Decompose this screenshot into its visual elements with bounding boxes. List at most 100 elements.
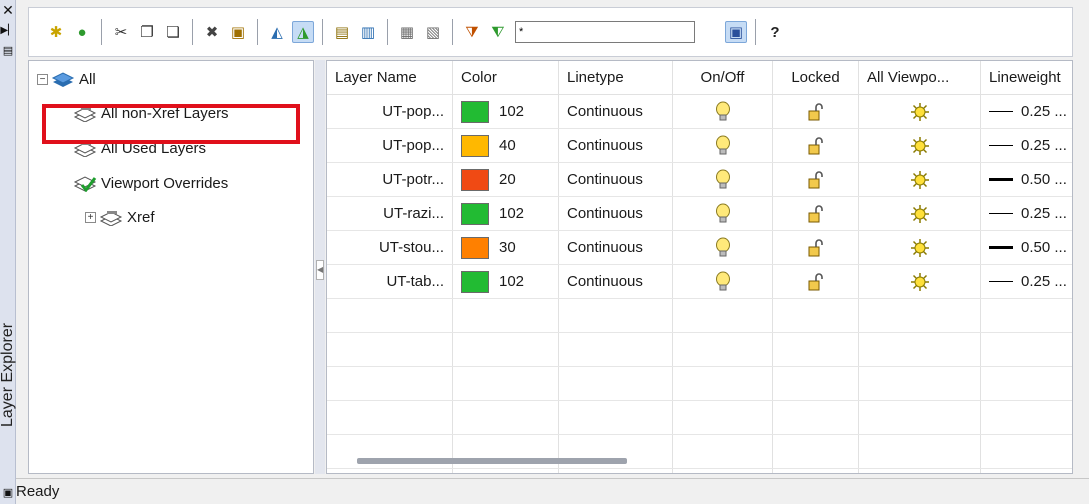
panel-settings-icon[interactable]: ▣ (1, 484, 15, 500)
column-header[interactable]: Lineweight (981, 61, 1072, 94)
unlocked-icon[interactable] (807, 238, 825, 258)
sun-icon[interactable] (910, 272, 930, 292)
sun-icon[interactable] (910, 238, 930, 258)
close-icon[interactable]: ✕ (1, 2, 15, 18)
tree-item-viewport-overrides[interactable]: Viewport Overrides (73, 170, 228, 196)
new-vp-freeze-icon[interactable]: ◮ (292, 21, 314, 43)
unlocked-icon[interactable] (807, 136, 825, 156)
lineweight-sample (989, 281, 1013, 282)
delete-icon[interactable]: ✖ (201, 21, 223, 43)
table-row[interactable]: UT-tab... 102 Continuous 0.25 ... (327, 265, 1072, 299)
new-property-filter-icon[interactable]: ▤ (331, 21, 353, 43)
new-group-filter-icon[interactable]: ▥ (357, 21, 379, 43)
lineweight-sample (989, 178, 1013, 181)
color-cell[interactable]: 30 (453, 231, 559, 264)
color-cell[interactable]: 20 (453, 163, 559, 196)
tree-root-all[interactable]: − All (37, 66, 96, 92)
color-cell[interactable]: 102 (453, 265, 559, 298)
layer-name-cell[interactable]: UT-pop... (327, 129, 453, 162)
toolbar-separator (755, 19, 756, 45)
filter-icon[interactable]: ⧩ (461, 21, 483, 43)
help-icon[interactable]: ? (764, 21, 786, 43)
panel-menu-icon[interactable]: ▤ (1, 42, 15, 58)
sun-icon[interactable] (910, 204, 930, 224)
empty-cell (981, 435, 1072, 468)
lineweight-cell[interactable]: 0.50 ... (981, 163, 1072, 196)
linetype-cell[interactable]: Continuous (559, 163, 673, 196)
toolbar-separator (452, 19, 453, 45)
column-header[interactable]: Color (453, 61, 559, 94)
locked-cell (773, 265, 859, 298)
filter-input[interactable] (515, 21, 695, 43)
color-cell[interactable]: 102 (453, 197, 559, 230)
column-header[interactable]: All Viewpo... (859, 61, 981, 94)
linetype-cell[interactable]: Continuous (559, 231, 673, 264)
lineweight-cell[interactable]: 0.25 ... (981, 265, 1072, 298)
linetype-cell[interactable]: Continuous (559, 129, 673, 162)
empty-cell (673, 299, 773, 332)
table-row[interactable]: UT-stou... 30 Continuous 0.50 ... (327, 231, 1072, 265)
lineweight-cell[interactable]: 0.25 ... (981, 95, 1072, 128)
cut-icon[interactable]: ✂ (110, 21, 132, 43)
panel-title: Layer Explorer (0, 322, 16, 427)
layer-states-icon[interactable]: ▦ (396, 21, 418, 43)
layer-name-cell[interactable]: UT-tab... (327, 265, 453, 298)
layer-translate-icon[interactable]: ▧ (422, 21, 444, 43)
table-row[interactable]: UT-pop... 40 Continuous 0.25 ... (327, 129, 1072, 163)
lightbulb-icon[interactable] (715, 203, 731, 225)
color-cell[interactable]: 40 (453, 129, 559, 162)
splitter[interactable]: ◀ (315, 60, 325, 474)
table-row[interactable]: UT-razi... 102 Continuous 0.25 ... (327, 197, 1072, 231)
lightbulb-icon[interactable] (715, 237, 731, 259)
tree-item-xref[interactable]: + Xref (85, 204, 155, 230)
unlocked-icon[interactable] (807, 204, 825, 224)
invert-filter-icon[interactable]: ⧨ (487, 21, 509, 43)
lightbulb-icon[interactable] (715, 271, 731, 293)
collapse-arrow-icon[interactable]: ◀ (316, 260, 324, 280)
sun-icon[interactable] (910, 136, 930, 156)
highlight-box (42, 104, 300, 144)
lightbulb-icon[interactable] (715, 169, 731, 191)
linetype-cell[interactable]: Continuous (559, 95, 673, 128)
properties-icon[interactable]: ▣ (227, 21, 249, 43)
column-header[interactable]: Linetype (559, 61, 673, 94)
empty-cell (453, 401, 559, 434)
lineweight-value: 0.25 ... (1021, 273, 1067, 290)
settings-panel-icon[interactable]: ▣ (725, 21, 747, 43)
unlocked-icon[interactable] (807, 272, 825, 292)
expand-icon[interactable]: + (85, 211, 96, 223)
unlocked-icon[interactable] (807, 170, 825, 190)
color-cell[interactable]: 102 (453, 95, 559, 128)
column-header[interactable]: On/Off (673, 61, 773, 94)
sun-icon[interactable] (910, 102, 930, 122)
lineweight-cell[interactable]: 0.25 ... (981, 197, 1072, 230)
empty-cell (559, 333, 673, 366)
column-header[interactable]: Layer Name (327, 61, 453, 94)
table-row[interactable]: UT-potr... 20 Continuous 0.50 ... (327, 163, 1072, 197)
autohide-icon[interactable]: ▶▏ (0, 22, 15, 38)
layer-name-cell[interactable]: UT-razi... (327, 197, 453, 230)
all-viewports-cell (859, 129, 981, 162)
collapse-icon[interactable]: − (37, 73, 48, 85)
set-current-icon[interactable]: ● (71, 21, 93, 43)
unlocked-icon[interactable] (807, 102, 825, 122)
copy-icon[interactable]: ❐ (136, 21, 158, 43)
column-header[interactable]: Locked (773, 61, 859, 94)
lineweight-cell[interactable]: 0.50 ... (981, 231, 1072, 264)
paste-icon[interactable]: ❏ (162, 21, 184, 43)
new-layer-icon[interactable]: ✱ (45, 21, 67, 43)
lineweight-sample (989, 246, 1013, 249)
lightbulb-icon[interactable] (715, 135, 731, 157)
horizontal-scrollbar[interactable] (357, 458, 627, 464)
linetype-cell[interactable]: Continuous (559, 265, 673, 298)
lightbulb-icon[interactable] (715, 101, 731, 123)
table-row[interactable]: UT-pop... 102 Continuous 0.25 ... (327, 95, 1072, 129)
layer-name-cell[interactable]: UT-pop... (327, 95, 453, 128)
sun-icon[interactable] (910, 170, 930, 190)
freeze-viewport-icon[interactable]: ◭ (266, 21, 288, 43)
lineweight-cell[interactable]: 0.25 ... (981, 129, 1072, 162)
empty-cell (453, 469, 559, 473)
linetype-cell[interactable]: Continuous (559, 197, 673, 230)
layer-name-cell[interactable]: UT-stou... (327, 231, 453, 264)
layer-name-cell[interactable]: UT-potr... (327, 163, 453, 196)
